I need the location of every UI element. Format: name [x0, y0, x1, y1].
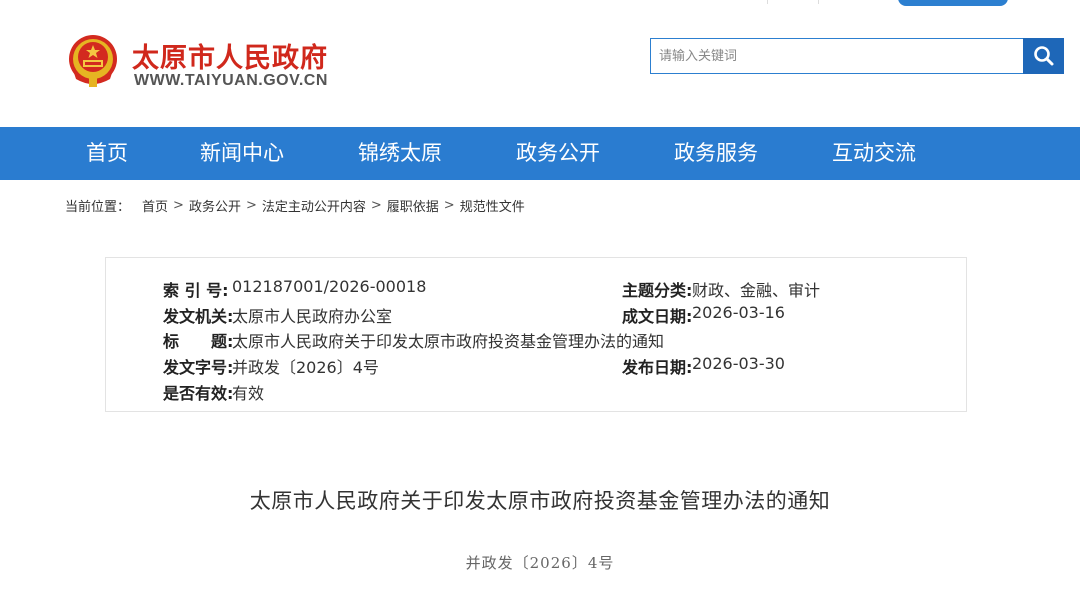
validity-value: 有效: [232, 384, 265, 403]
document-title: 太原市人民政府关于印发太原市政府投资基金管理办法的通知: [249, 489, 831, 513]
validity-label: 是否有效:: [163, 384, 234, 403]
document-info-panel: 索 引 号: 012187001/2026-00018 主题分类: 财政、金融、…: [105, 257, 967, 412]
created-date-value: 2026-03-16: [692, 303, 785, 322]
issuer-value: 太原市人民政府办公室: [232, 307, 393, 326]
breadcrumb-item[interactable]: 首页: [142, 196, 168, 215]
title-value: 太原市人民政府关于印发太原市政府投资基金管理办法的通知: [232, 332, 665, 351]
nav-item-gov-services[interactable]: 政务服务: [674, 127, 758, 180]
created-date-label: 成文日期:: [622, 307, 693, 326]
breadcrumb-separator: >: [370, 198, 382, 213]
document-number: 并政发〔2026〕4号: [465, 554, 615, 572]
doc-number-label: 发文字号:: [163, 358, 234, 377]
site-title[interactable]: 太原市人民政府: [132, 36, 328, 75]
search-icon: [1033, 46, 1053, 66]
breadcrumb: 当前位置： 首页 > 政务公开 > 法定主动公开内容 > 履职依据 > 规范性文…: [65, 196, 525, 215]
site-url: WWW.TAIYUAN.GOV.CN: [134, 72, 328, 89]
breadcrumb-separator: >: [443, 198, 455, 213]
category-label: 主题分类:: [622, 281, 693, 300]
nav-item-gov-affairs[interactable]: 政务公开: [516, 127, 600, 180]
breadcrumb-label: 当前位置：: [65, 200, 131, 215]
index-number-value: 012187001/2026-00018: [232, 277, 427, 296]
national-emblem-icon: [69, 35, 117, 87]
issuer-label: 发文机关:: [163, 307, 234, 326]
search-button[interactable]: [1023, 38, 1064, 74]
index-number-label: 索 引 号:: [163, 281, 229, 300]
nav-item-interaction[interactable]: 互动交流: [832, 127, 916, 180]
page: 太原市人民政府 WWW.TAIYUAN.GOV.CN 首页 新闻中心 锦绣太原 …: [0, 0, 1080, 592]
breadcrumb-separator: >: [245, 198, 257, 213]
search-input[interactable]: [650, 38, 1024, 74]
breadcrumb-separator: >: [173, 198, 184, 213]
breadcrumb-item[interactable]: 履职依据: [387, 196, 439, 215]
main-nav: 首页 新闻中心 锦绣太原 政务公开 政务服务 互动交流: [0, 127, 1080, 180]
title-label: 标 题:: [163, 332, 234, 351]
nav-item-news[interactable]: 新闻中心: [200, 127, 284, 180]
breadcrumb-item[interactable]: 政务公开: [189, 196, 241, 215]
published-date-label: 发布日期:: [622, 358, 693, 377]
nav-item-home[interactable]: 首页: [86, 127, 128, 180]
published-date-value: 2026-03-30: [692, 354, 785, 373]
header: 太原市人民政府 WWW.TAIYUAN.GOV.CN: [0, 0, 1080, 127]
breadcrumb-item[interactable]: 法定主动公开内容: [262, 196, 366, 215]
nav-item-taiyuan[interactable]: 锦绣太原: [358, 127, 442, 180]
category-value: 财政、金融、审计: [692, 281, 821, 300]
doc-number-value: 并政发〔2026〕4号: [232, 358, 379, 377]
breadcrumb-item[interactable]: 规范性文件: [460, 196, 525, 215]
